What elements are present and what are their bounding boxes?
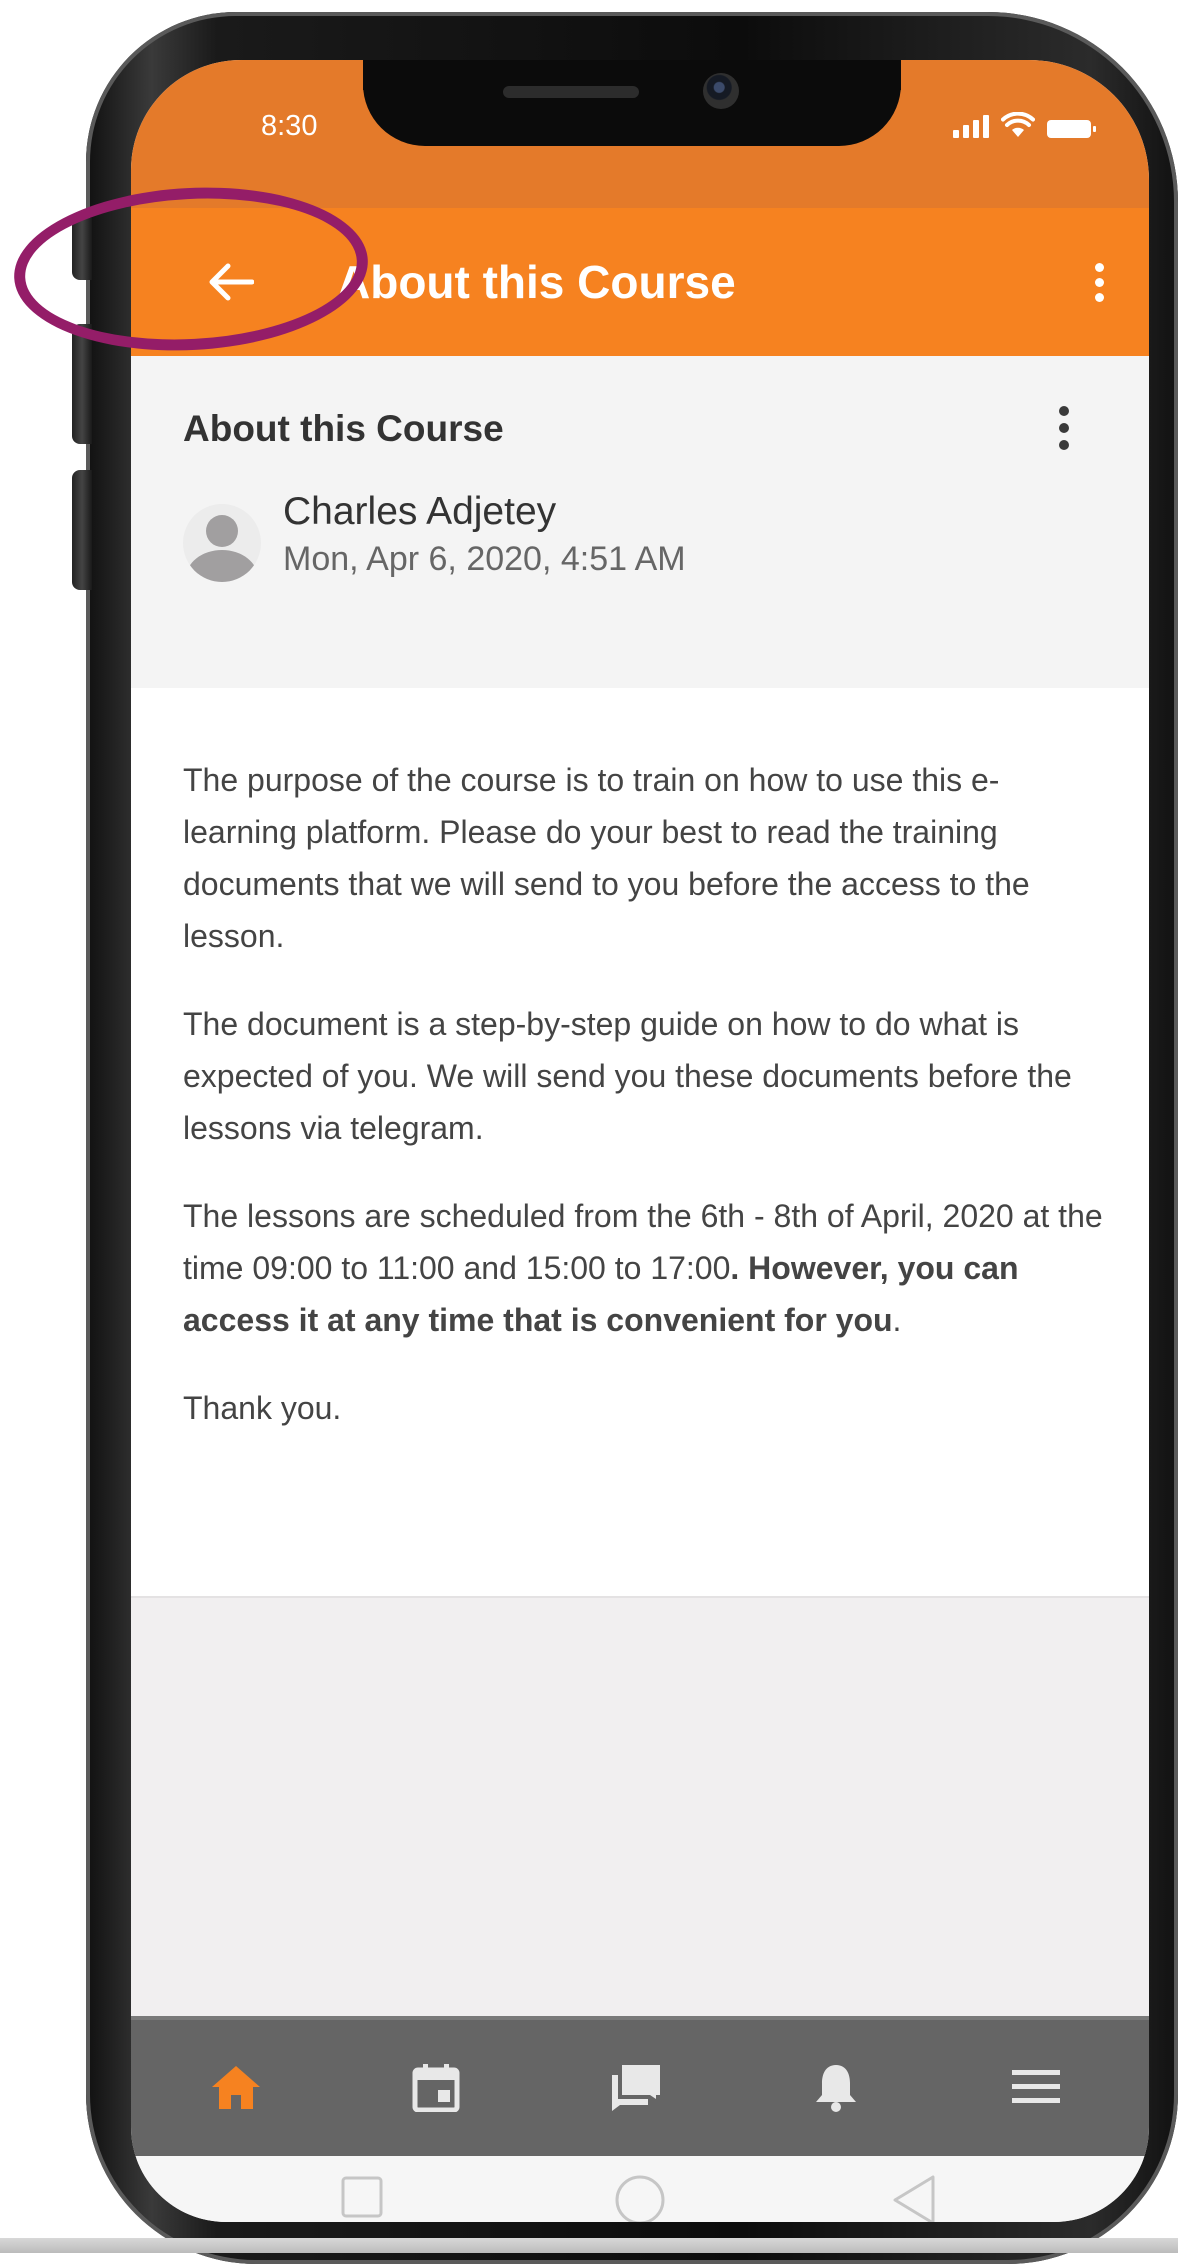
user-avatar-icon[interactable]: [183, 504, 261, 582]
nav-notifications[interactable]: [801, 2052, 871, 2122]
phone-screen: 8:30 About this Course About this Course: [131, 60, 1149, 2222]
wifi-icon: [1001, 112, 1035, 137]
post-header: About this Course Charles Adjetey Mon, A…: [131, 356, 1149, 688]
nav-messages[interactable]: [601, 2052, 671, 2122]
nav-calendar[interactable]: [401, 2052, 471, 2122]
more-vertical-icon[interactable]: [1079, 252, 1119, 312]
messages-icon: [612, 2065, 660, 2111]
nav-more-menu[interactable]: [1001, 2052, 1071, 2122]
phone-volume-up-button: [72, 324, 92, 444]
home-icon: [212, 2066, 260, 2109]
calendar-icon: [412, 2064, 460, 2112]
status-time: 8:30: [261, 110, 318, 142]
bell-icon: [816, 2065, 856, 2112]
back-triangle-icon[interactable]: [891, 2174, 937, 2222]
menu-icon: [1012, 2070, 1060, 2103]
post-date: Mon, Apr 6, 2020, 4:51 AM: [283, 540, 686, 578]
system-navigation-bar: [131, 2156, 1149, 2222]
status-icons: [953, 112, 1096, 138]
paragraph-schedule: The lessons are scheduled from the 6th -…: [183, 1190, 1103, 1346]
author-name[interactable]: Charles Adjetey: [283, 490, 556, 534]
phone-volume-down-button: [72, 470, 92, 590]
phone-base-shadow: [0, 2238, 1178, 2253]
signal-icon: [953, 115, 989, 138]
post-title: About this Course: [183, 408, 504, 449]
post-more-vertical-icon[interactable]: [1049, 398, 1079, 458]
post-body: The purpose of the course is to train on…: [131, 688, 1149, 1596]
home-circle-icon[interactable]: [614, 2174, 666, 2222]
paragraph-closing: Thank you.: [183, 1390, 342, 1426]
schedule-end: .: [892, 1302, 902, 1338]
front-camera: [703, 73, 739, 109]
nav-home[interactable]: [201, 2052, 271, 2122]
recent-apps-icon[interactable]: [341, 2176, 383, 2218]
battery-icon: [1047, 120, 1096, 138]
paragraph-purpose: The purpose of the course is to train on…: [183, 762, 1030, 954]
earpiece-speaker: [503, 86, 639, 98]
empty-content-area: [131, 1596, 1149, 2018]
paragraph-document: The document is a step-by-step guide on …: [183, 1006, 1072, 1146]
bottom-navigation: [131, 2016, 1149, 2160]
app-bar-title: About this Course: [337, 256, 736, 308]
notch: [363, 60, 901, 146]
